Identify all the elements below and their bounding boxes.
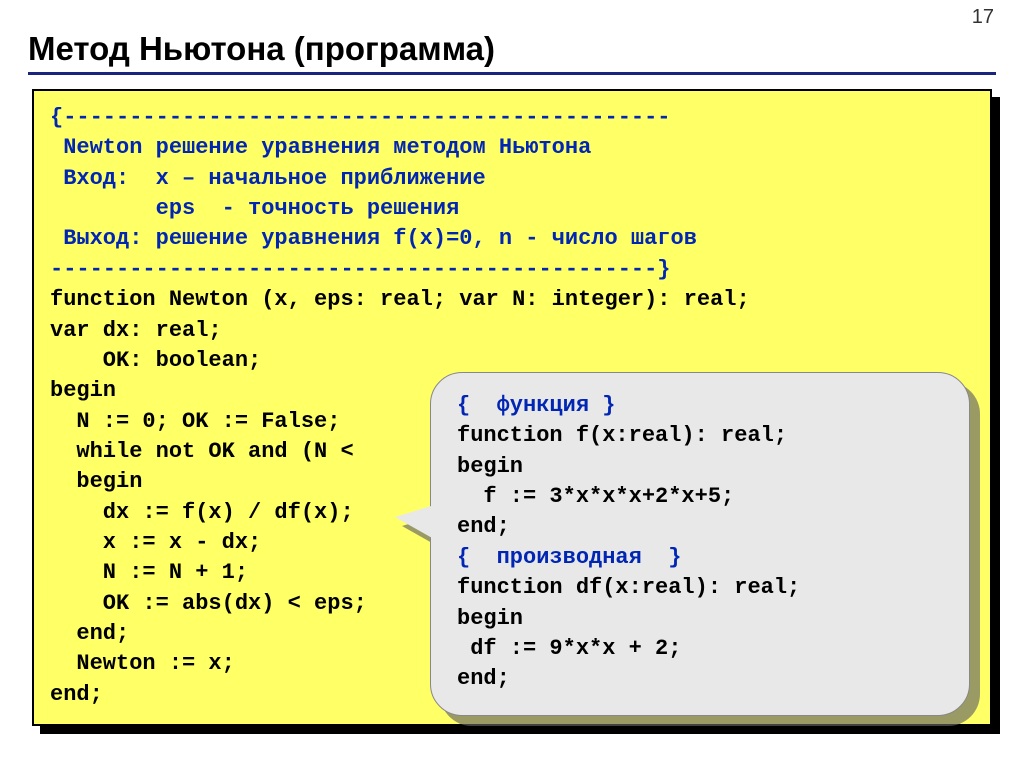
callout-bubble: { функция } function f(x:real): real; be…: [430, 372, 970, 716]
callout-line: function df(x:real): real;: [457, 573, 947, 603]
callout-line: function f(x:real): real;: [457, 421, 947, 451]
code-line: {---------------------------------------…: [50, 103, 974, 133]
callout-line: { функция }: [457, 391, 947, 421]
code-line: ----------------------------------------…: [50, 255, 974, 285]
code-line: Выход: решение уравнения f(x)=0, n - чис…: [50, 224, 974, 254]
callout-line: end;: [457, 512, 947, 542]
page-number: 17: [972, 6, 994, 29]
code-line: Вход: x – начальное приближение: [50, 164, 974, 194]
code-line: eps - точность решения: [50, 194, 974, 224]
code-line: Newton решение уравнения методом Ньютона: [50, 133, 974, 163]
callout-container: { функция } function f(x:real): real; be…: [430, 372, 970, 716]
callout-line: end;: [457, 664, 947, 694]
callout-line: begin: [457, 604, 947, 634]
callout-line: begin: [457, 452, 947, 482]
slide-title: Метод Ньютона (программа): [28, 30, 996, 68]
callout-line: df := 9*x*x + 2;: [457, 634, 947, 664]
callout-line: f := 3*x*x*x+2*x+5;: [457, 482, 947, 512]
callout-line: { производная }: [457, 543, 947, 573]
callout-tail-icon: [395, 503, 441, 543]
code-line: function Newton (x, eps: real; var N: in…: [50, 285, 974, 315]
code-line: var dx: real;: [50, 316, 974, 346]
title-underline: [28, 72, 996, 75]
